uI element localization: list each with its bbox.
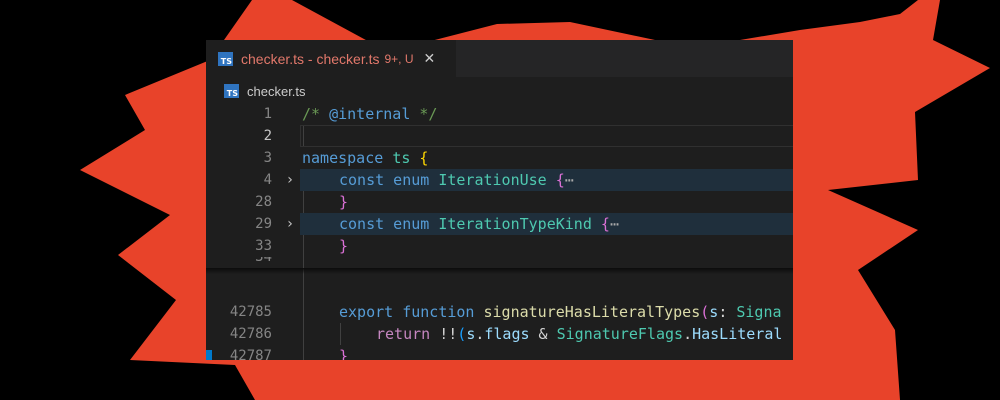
- line-number: 2: [263, 128, 272, 144]
- line-text: }: [339, 191, 348, 213]
- tab-bar: TS checker.ts - checker.ts 9+, U ✕: [206, 40, 793, 77]
- punctuation: :: [718, 303, 737, 321]
- line-number: 42785: [229, 304, 272, 320]
- code-line[interactable]: 33 }: [206, 235, 793, 257]
- line-text: }: [339, 235, 348, 257]
- line-number: 42787: [229, 348, 272, 360]
- tab-checker-ts[interactable]: TS checker.ts - checker.ts 9+, U ✕: [206, 40, 456, 77]
- bracket: (: [457, 325, 467, 343]
- chevron-right-icon[interactable]: ›: [284, 169, 296, 191]
- breadcrumb[interactable]: TS checker.ts: [206, 77, 793, 105]
- namespace-name: ts: [392, 149, 411, 167]
- line-number: 34: [255, 257, 272, 265]
- comment-open: /*: [302, 105, 330, 123]
- comment-close: */: [410, 105, 438, 123]
- code-line[interactable]: 42786 return !!(s. flags & SignatureFlags…: [206, 323, 793, 345]
- folded-ellipsis[interactable]: ⋯: [610, 215, 619, 233]
- enum-member: HasLiteral: [692, 325, 783, 343]
- punctuation: .: [683, 325, 693, 343]
- typescript-file-icon: TS: [218, 51, 233, 66]
- code-line-current[interactable]: 2: [206, 125, 793, 147]
- parameter: s: [709, 303, 719, 321]
- line-number: 3: [263, 150, 272, 166]
- code-line[interactable]: 1 /* @internal */: [206, 103, 793, 125]
- keyword: return: [376, 325, 431, 343]
- keyword: const enum: [339, 171, 430, 189]
- code-editor-window: TS checker.ts - checker.ts 9+, U ✕ TS ch…: [206, 40, 793, 360]
- line-text: }: [339, 345, 348, 360]
- current-line-highlight: [300, 125, 793, 147]
- line-number: 42786: [229, 326, 272, 342]
- line-text: return !!(s.flags & SignatureFlags.HasLi…: [376, 323, 782, 345]
- bracket: }: [339, 347, 349, 360]
- line-number: 28: [255, 194, 272, 210]
- type-name: Signa: [736, 303, 782, 321]
- line-text: const enum IterationTypeKind {⋯: [339, 213, 619, 235]
- bracket: }: [339, 237, 349, 255]
- keyword: namespace: [302, 149, 384, 167]
- line-text: /* @internal */: [302, 103, 437, 125]
- enum-name: IterationUse: [438, 171, 547, 189]
- bracket: {: [555, 171, 565, 189]
- tab-problem-status: 9+, U: [384, 51, 414, 66]
- operator: !!: [430, 325, 458, 343]
- enum-name: SignatureFlags: [556, 325, 684, 343]
- scroll-position-marker[interactable]: [206, 350, 212, 360]
- close-icon[interactable]: ✕: [424, 51, 436, 67]
- bracket: }: [339, 193, 349, 211]
- code-area[interactable]: 1 /* @internal */ 2 3 namespace ts { 4 ›…: [206, 103, 793, 360]
- keyword: export: [339, 303, 394, 321]
- tab-title: checker.ts - checker.ts: [241, 50, 380, 67]
- code-line[interactable]: 3 namespace ts {: [206, 147, 793, 169]
- line-text: const enum IterationUse {⋯: [339, 169, 574, 191]
- scroll-shadow: [206, 268, 793, 274]
- line-number: 1: [263, 106, 272, 122]
- code-line[interactable]: 34: [206, 257, 793, 268]
- keyword: function: [402, 303, 475, 321]
- operator: &: [529, 325, 557, 343]
- enum-name: IterationTypeKind: [438, 215, 592, 233]
- bracket: (: [700, 303, 710, 321]
- variable: s: [466, 325, 476, 343]
- line-number: 33: [255, 238, 272, 254]
- bracket: {: [600, 215, 610, 233]
- function-name: signatureHasLiteralTypes: [483, 303, 701, 321]
- line-text: export function signatureHasLiteralTypes…: [339, 301, 782, 323]
- line-number: 29: [255, 216, 272, 232]
- typescript-file-icon: TS: [224, 84, 239, 98]
- breadcrumb-file-label: checker.ts: [247, 83, 306, 99]
- bracket: {: [419, 149, 429, 167]
- code-line[interactable]: 42787 }: [206, 345, 793, 360]
- chevron-right-icon[interactable]: ›: [284, 213, 296, 235]
- code-line[interactable]: 42785 export function signatureHasLitera…: [206, 301, 793, 323]
- property: flags: [484, 325, 530, 343]
- comment-tag: @internal: [329, 105, 411, 123]
- folded-ellipsis[interactable]: ⋯: [565, 171, 574, 189]
- keyword: const enum: [339, 215, 430, 233]
- code-line[interactable]: 28 }: [206, 191, 793, 213]
- code-line-folded[interactable]: 29 › const enum IterationTypeKind {⋯: [206, 213, 793, 235]
- line-number: 4: [263, 172, 272, 188]
- line-text: namespace ts {: [302, 147, 428, 169]
- code-line-folded[interactable]: 4 › const enum IterationUse {⋯: [206, 169, 793, 191]
